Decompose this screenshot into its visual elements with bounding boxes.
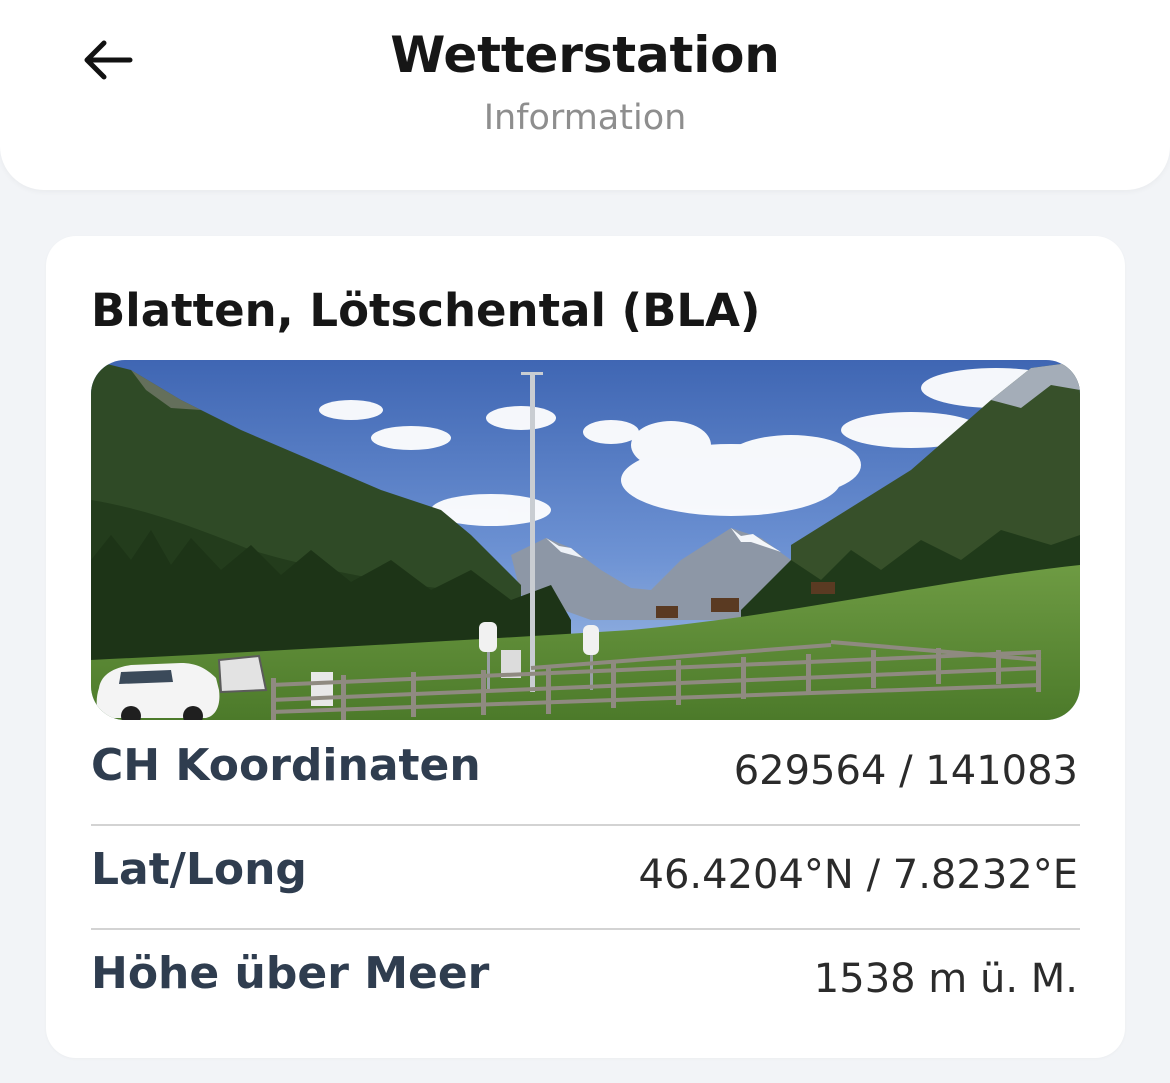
info-label: Höhe über Meer — [91, 948, 490, 999]
page-subtitle: Information — [483, 98, 687, 138]
info-label: Lat/Long — [91, 844, 307, 895]
info-value: 629564 / 141083 — [733, 748, 1078, 794]
info-row-ch-koordinaten: CH Koordinaten 629564 / 141083 — [91, 720, 1080, 826]
info-row-hoehe: Höhe über Meer 1538 m ü. M. — [91, 928, 1080, 1032]
info-value: 1538 m ü. M. — [813, 956, 1078, 1002]
info-label: CH Koordinaten — [91, 740, 481, 791]
station-photo — [91, 360, 1080, 720]
page-title: Wetterstation — [390, 26, 780, 84]
info-value: 46.4204°N / 7.8232°E — [638, 852, 1078, 898]
station-name: Blatten, Lötschental (BLA) — [91, 284, 761, 337]
info-row-lat-long: Lat/Long 46.4204°N / 7.8232°E — [91, 824, 1080, 930]
top-app-bar: Wetterstation Information — [0, 0, 1170, 190]
station-info-card: Blatten, Lötschental (BLA) CH Koordinate… — [46, 236, 1125, 1058]
